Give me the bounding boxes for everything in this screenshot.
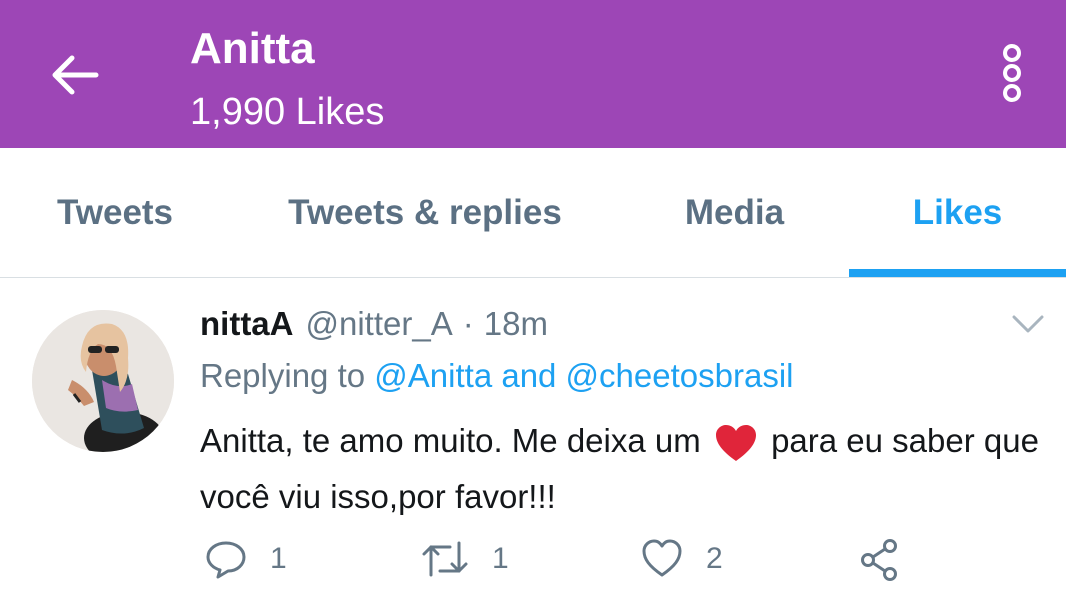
more-options-button[interactable]	[990, 40, 1034, 106]
reply-button[interactable]: 1	[204, 529, 287, 589]
tweet[interactable]: nittaA @nitter_A · 18m Replying to @Anit…	[0, 279, 1066, 595]
retweet-icon	[422, 541, 468, 577]
tweet-header: nittaA @nitter_A · 18m	[200, 305, 548, 349]
tab-media[interactable]: Media	[620, 148, 849, 278]
tab-tweets-and-replies[interactable]: Tweets & replies	[230, 148, 620, 278]
chevron-down-icon	[1012, 315, 1044, 333]
tab-tweets[interactable]: Tweets	[0, 148, 230, 278]
likes-count: 1,990 Likes	[190, 91, 385, 133]
like-button[interactable]: 2	[640, 529, 723, 589]
red-heart-emoji	[715, 425, 756, 462]
share-button[interactable]	[858, 529, 902, 589]
reply-icon	[206, 541, 246, 579]
retweet-button[interactable]: 1	[420, 529, 509, 589]
more-vertical-icon	[1003, 44, 1021, 102]
retweet-count: 1	[492, 542, 509, 575]
share-icon	[861, 539, 897, 581]
reply-count: 1	[270, 542, 287, 575]
user-handle[interactable]: @nitter_A	[306, 305, 453, 343]
back-button[interactable]	[44, 48, 104, 102]
arrow-left-icon	[52, 55, 99, 95]
separator: ·	[462, 305, 474, 342]
heart-icon	[642, 539, 682, 577]
display-name[interactable]: nittaA	[200, 305, 294, 343]
tab-likes[interactable]: Likes	[849, 148, 1066, 278]
avatar[interactable]	[32, 310, 174, 452]
like-count: 2	[706, 542, 723, 575]
replying-to: Replying to @Anitta and @cheetosbrasil	[200, 357, 794, 395]
profile-title: Anitta	[190, 24, 315, 73]
tweet-menu-button[interactable]	[1008, 307, 1048, 341]
timestamp: 18m	[483, 305, 548, 342]
active-tab-indicator	[849, 269, 1066, 277]
tweet-text-part-1: Anitta, te amo muito. Me deixa um	[200, 422, 701, 459]
avatar-image	[32, 310, 174, 452]
replying-prefix: Replying to	[200, 357, 366, 394]
profile-tabs: Tweets Tweets & replies Media Likes	[0, 148, 1066, 278]
tweet-actions: 1 1 2	[0, 529, 1066, 589]
app-bar: Anitta 1,990 Likes	[0, 0, 1066, 148]
tweet-text: Anitta, te amo muito. Me deixa um para e…	[200, 413, 1060, 525]
replying-mentions[interactable]: @Anitta and @cheetosbrasil	[374, 357, 793, 394]
